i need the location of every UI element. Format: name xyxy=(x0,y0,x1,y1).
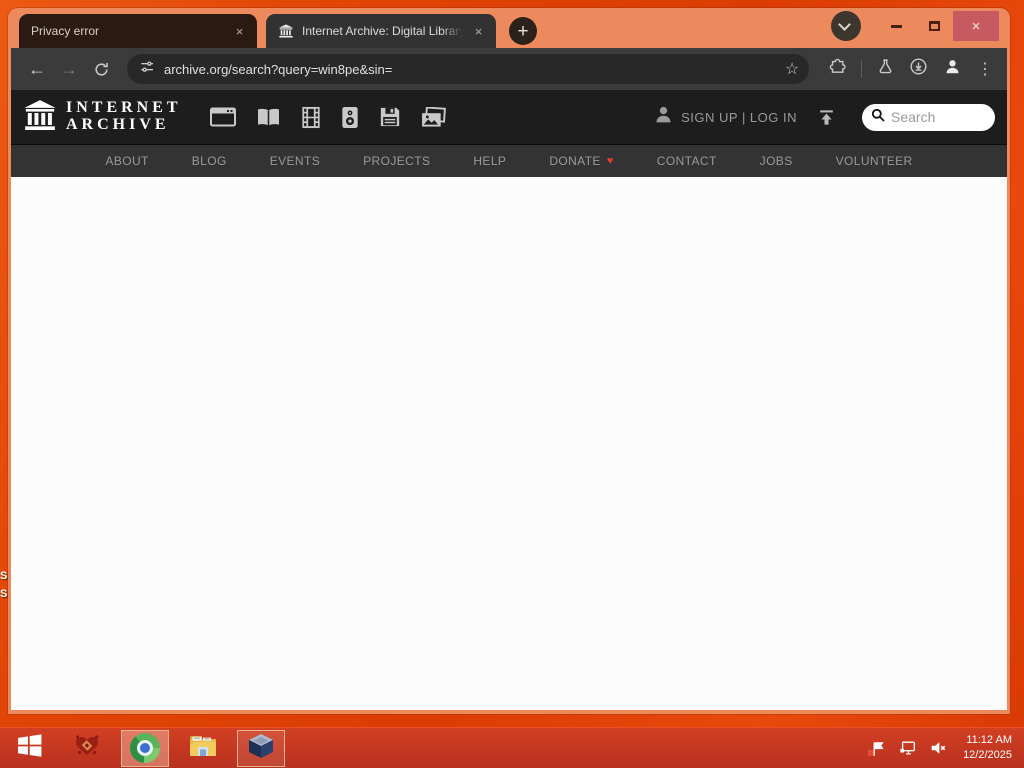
tray-date: 12/2/2025 xyxy=(963,749,1012,761)
heart-icon: ♥ xyxy=(606,155,614,167)
texts-icon[interactable] xyxy=(256,107,281,128)
chevron-down-icon xyxy=(838,18,851,31)
downloads-icon[interactable] xyxy=(909,57,928,81)
address-bar[interactable]: archive.org/search?query=win8pe&sin= ☆ xyxy=(127,54,809,84)
internet-archive-wordmark[interactable]: INTERNET ARCHIVE xyxy=(66,99,182,134)
toolbar-divider xyxy=(861,60,862,78)
nav-volunteer[interactable]: VOLUNTEER xyxy=(836,154,913,168)
system-tray: ✕ 11:12 AM 12/2/2025 xyxy=(867,733,1024,764)
video-icon[interactable] xyxy=(301,106,321,129)
close-tab-icon[interactable]: × xyxy=(230,22,249,41)
virtualbox-icon xyxy=(247,732,275,765)
reload-button[interactable] xyxy=(87,55,115,83)
nav-jobs[interactable]: JOBS xyxy=(760,154,793,168)
internet-archive-header: INTERNET ARCHIVE SIGN UP | LOG IN Search xyxy=(11,90,1007,144)
minimize-icon xyxy=(890,24,902,28)
url-text[interactable]: archive.org/search?query=win8pe&sin= xyxy=(164,62,392,77)
tab-privacy-error[interactable]: Privacy error × xyxy=(19,14,257,48)
taskbar-clock[interactable]: 11:12 AM 12/2/2025 xyxy=(959,733,1016,764)
bookmark-star-icon[interactable]: ☆ xyxy=(779,59,805,79)
images-icon[interactable] xyxy=(421,106,446,128)
browser-toolbar: ← → archive.org/search?query=win8pe&sin=… xyxy=(11,48,1007,90)
tab-title-fade xyxy=(441,24,463,38)
windows-logo-icon xyxy=(16,732,43,764)
close-tab-icon[interactable]: × xyxy=(469,22,488,41)
upload-icon[interactable] xyxy=(817,108,836,127)
new-tab-button[interactable]: + xyxy=(509,17,537,45)
window-controls: × xyxy=(831,8,999,48)
audio-icon[interactable] xyxy=(341,106,359,129)
site-controls-icon[interactable] xyxy=(139,59,155,80)
search-input[interactable] xyxy=(891,109,987,125)
chromium-browser-icon xyxy=(130,733,160,763)
nav-donate[interactable]: DONATE ♥ xyxy=(549,154,613,168)
extensions-icon[interactable] xyxy=(829,58,846,80)
close-window-button[interactable]: × xyxy=(953,11,999,41)
maximize-button[interactable] xyxy=(915,11,953,41)
internet-archive-favicon-icon xyxy=(278,23,294,39)
tab-search-button[interactable] xyxy=(831,11,861,41)
header-account-area: SIGN UP | LOG IN xyxy=(653,103,995,131)
experiments-flask-icon[interactable] xyxy=(877,58,894,80)
toolbar-actions: ⋮ xyxy=(821,57,995,81)
nav-about[interactable]: ABOUT xyxy=(105,154,148,168)
action-center-flag-icon[interactable]: ✕ xyxy=(867,740,887,758)
windows-taskbar: ✕ 11:12 AM 12/2/2025 xyxy=(0,727,1024,768)
tab-title: Internet Archive: Digital Library xyxy=(302,24,463,38)
tab-title: Privacy error xyxy=(31,24,224,38)
maximize-icon xyxy=(928,21,940,31)
nav-help[interactable]: HELP xyxy=(473,154,506,168)
error-badge-icon: ✕ xyxy=(867,747,875,758)
taskbar-app-virtualbox[interactable] xyxy=(237,729,285,767)
page-content-area xyxy=(11,177,1007,710)
media-type-icons xyxy=(209,106,446,129)
site-search-box[interactable] xyxy=(862,103,995,131)
nav-blog[interactable]: BLOG xyxy=(192,154,227,168)
web-icon[interactable] xyxy=(209,107,236,127)
tab-title-fade xyxy=(202,24,224,38)
signup-login-link[interactable]: SIGN UP | LOG IN xyxy=(681,110,797,125)
minimize-button[interactable] xyxy=(877,11,915,41)
forward-button[interactable]: → xyxy=(55,55,83,83)
internet-archive-nav: ABOUT BLOG EVENTS PROJECTS HELP DONATE ♥ … xyxy=(11,144,1007,177)
nav-contact[interactable]: CONTACT xyxy=(657,154,717,168)
red-heart-app-icon xyxy=(73,734,101,763)
tab-strip: Privacy error × Internet Archive: Digita… xyxy=(11,8,1007,48)
person-icon xyxy=(653,104,674,130)
taskbar-app-file-explorer[interactable] xyxy=(174,728,232,768)
nav-events[interactable]: EVENTS xyxy=(270,154,320,168)
browser-menu-icon[interactable]: ⋮ xyxy=(977,59,993,79)
tray-time: 11:12 AM xyxy=(966,733,1012,746)
network-status-icon[interactable] xyxy=(899,739,917,757)
taskbar-app-chromium[interactable] xyxy=(121,729,169,767)
software-icon[interactable] xyxy=(379,106,401,128)
search-icon xyxy=(870,107,886,128)
volume-muted-icon[interactable] xyxy=(929,739,947,757)
internet-archive-logo-icon[interactable] xyxy=(23,98,57,137)
file-explorer-icon xyxy=(188,733,218,764)
profile-avatar-icon[interactable] xyxy=(943,57,962,81)
nav-projects[interactable]: PROJECTS xyxy=(363,154,430,168)
browser-window: Privacy error × Internet Archive: Digita… xyxy=(8,8,1010,714)
tab-internet-archive[interactable]: Internet Archive: Digital Library × xyxy=(266,14,496,48)
back-button[interactable]: ← xyxy=(23,55,51,83)
taskbar-app-red-heart[interactable] xyxy=(58,728,116,768)
start-button[interactable] xyxy=(0,728,58,768)
